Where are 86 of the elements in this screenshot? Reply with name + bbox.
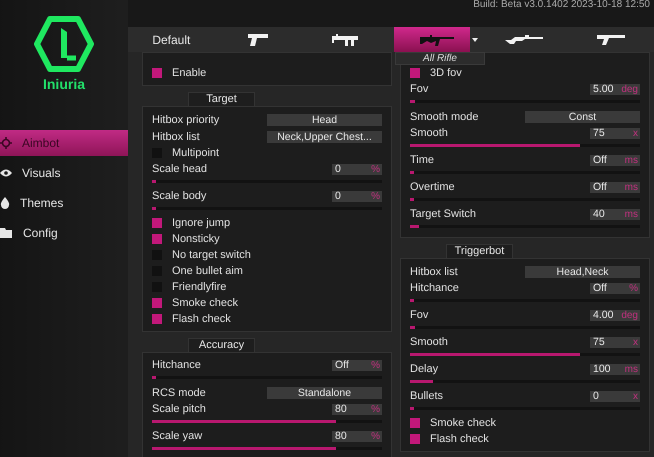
dropdown[interactable]: Head [267, 114, 382, 126]
setting-label: Scale yaw [152, 430, 204, 442]
slider-track[interactable] [410, 144, 640, 147]
setting-label: Overtime [410, 181, 456, 193]
setting-label: Smooth mode [410, 110, 480, 122]
checkbox[interactable] [410, 68, 420, 78]
setting-label: Hitchance [152, 359, 202, 371]
checkbox-label: Flash check [172, 313, 232, 325]
value-field[interactable]: 40 ms [590, 208, 640, 220]
setting-label: Scale body [152, 190, 208, 202]
checkbox-label: 3D fov [430, 67, 463, 79]
checkbox[interactable] [410, 434, 420, 444]
checkbox[interactable] [152, 298, 162, 308]
setting-label: Delay [410, 363, 440, 375]
value-field[interactable]: 80 % [332, 404, 382, 414]
sniper-icon [505, 34, 544, 44]
checkbox-label: Flash check [430, 433, 490, 445]
checkbox-label: Enable [172, 67, 208, 79]
setting-label: Smooth [410, 336, 449, 348]
checkbox-label: Ignore jump [172, 217, 232, 229]
checkbox-label: Multipoint [172, 147, 220, 159]
setting-label: Smooth [410, 127, 449, 139]
group-title: Target [188, 92, 255, 106]
checkbox-label: Smoke check [430, 417, 498, 429]
checkbox-label: Nonsticky [172, 233, 221, 245]
checkbox[interactable] [152, 234, 162, 244]
brand-name: Iniuria [42, 76, 85, 92]
setting-label: Time [410, 154, 436, 166]
heavy-icon [596, 34, 625, 44]
setting-label: RCS mode [152, 386, 207, 398]
value-field[interactable]: 80 % [332, 430, 382, 442]
value-field[interactable]: 100 ms [590, 364, 640, 374]
group-title: Triggerbot [446, 244, 513, 258]
checkbox[interactable] [152, 314, 162, 324]
dropdown[interactable]: Standalone [267, 386, 382, 398]
nav-item[interactable]: Themes [0, 190, 128, 216]
slider-track[interactable] [410, 353, 640, 356]
value-field[interactable]: Off % [332, 360, 382, 370]
value-field[interactable]: 0 % [332, 164, 382, 174]
drop-icon [0, 197, 10, 209]
value-field[interactable]: 0 % [332, 190, 382, 202]
setting-label: Scale head [152, 163, 208, 175]
setting-label: Scale pitch [152, 403, 207, 415]
slider-track[interactable] [152, 447, 382, 450]
checkbox-label: No target switch [172, 249, 252, 261]
value-field[interactable]: 4.00 deg [590, 310, 640, 320]
value-field[interactable]: Off ms [590, 182, 640, 192]
dropdown-caret[interactable] [470, 27, 481, 52]
logo-icon [34, 16, 94, 72]
value-field[interactable]: Off ms [590, 154, 640, 166]
setting-label: Target Switch [410, 208, 478, 220]
weapon-tab[interactable]: Default [128, 27, 215, 52]
dropdown[interactable]: Const [525, 110, 640, 122]
setting-label: Hitchance [410, 282, 460, 294]
checkbox[interactable] [152, 218, 162, 228]
nav-item[interactable]: Visuals [0, 160, 128, 186]
setting-label: Hitbox list [410, 266, 459, 278]
checkbox-label: Friendlyfire [172, 281, 228, 293]
group-title: Accuracy [188, 338, 255, 352]
weapon-group-popup[interactable]: All Rifle [395, 52, 485, 65]
slider-track[interactable] [152, 420, 382, 423]
eye-icon [0, 168, 12, 178]
dropdown[interactable]: Neck,Upper Chest... [267, 130, 382, 142]
value-field[interactable]: 75 x [590, 336, 640, 348]
setting-label: Fov [410, 309, 430, 321]
rifle-icon [420, 34, 454, 46]
setting-label: Hitbox list [152, 130, 201, 142]
checkbox[interactable] [152, 68, 162, 78]
value-field[interactable]: 0 x [590, 390, 640, 402]
value-field[interactable]: 5.00 deg [590, 84, 640, 94]
caret-icon [472, 38, 478, 42]
smg-icon [332, 34, 358, 46]
nav-item[interactable]: Config [0, 220, 128, 246]
value-field[interactable]: Off % [590, 282, 640, 294]
value-field[interactable]: 75 x [590, 128, 640, 138]
setting-label: Fov [410, 83, 430, 95]
setting-label: Bullets [410, 390, 444, 402]
checkbox[interactable] [410, 418, 420, 428]
checkbox-label: One bullet aim [172, 265, 244, 277]
folder-icon [0, 228, 13, 238]
pistol-icon [248, 33, 268, 46]
setting-label: Hitbox priority [152, 114, 220, 126]
crosshair-icon [0, 137, 12, 149]
build-info: Build: Beta v3.0.1402 2023-10-18 12:50 [472, 0, 651, 12]
dropdown[interactable]: Head,Neck [525, 266, 640, 278]
checkbox-label: Smoke check [172, 297, 240, 309]
